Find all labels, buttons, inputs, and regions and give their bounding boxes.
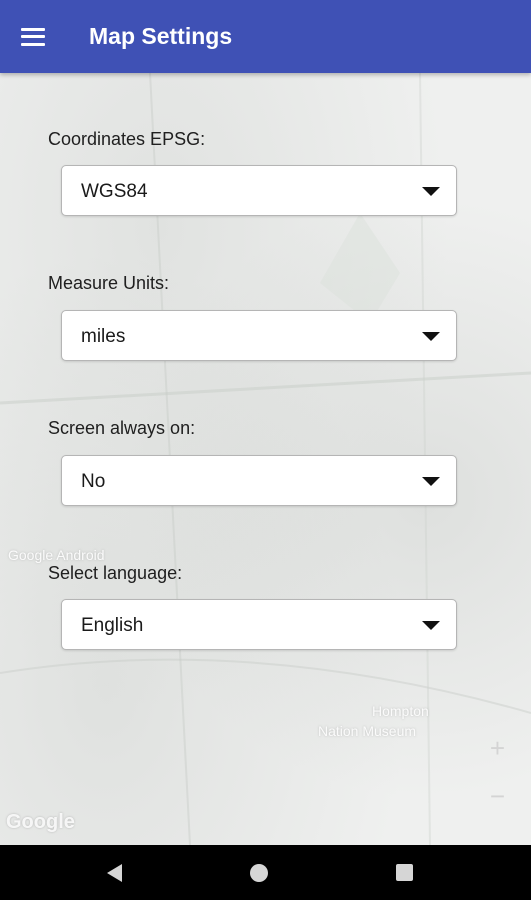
back-icon: [106, 863, 122, 882]
map-zoom-out-icon: −: [489, 781, 505, 811]
nav-recent-button[interactable]: [374, 845, 434, 900]
nav-back-button[interactable]: [84, 845, 144, 900]
language-label: Select language:: [48, 563, 183, 583]
coordinates-label: Coordinates EPSG:: [48, 129, 206, 149]
measure-units-label: Measure Units:: [48, 273, 170, 293]
dropdown-arrow-icon: [422, 477, 440, 486]
coordinates-value: WGS84: [81, 181, 148, 202]
dropdown-arrow-icon: [422, 621, 440, 630]
screen: Google Android Hompton Nation Museum + −…: [0, 0, 531, 900]
page-title: Map Settings: [89, 23, 233, 49]
system-nav-bar: [0, 845, 531, 900]
language-select[interactable]: English: [61, 599, 457, 650]
home-icon: [250, 863, 268, 882]
measure-units-select[interactable]: miles: [61, 310, 457, 361]
screen-on-select[interactable]: No: [61, 455, 457, 506]
measure-units-value: miles: [81, 326, 126, 347]
nav-home-button[interactable]: [229, 845, 289, 900]
menu-button[interactable]: [0, 0, 66, 73]
dropdown-arrow-icon: [422, 187, 440, 196]
screen-on-label: Screen always on:: [48, 418, 196, 438]
map-zoom-in-icon: +: [489, 733, 505, 763]
recent-apps-icon: [395, 864, 413, 881]
language-value: English: [81, 615, 144, 636]
map-label-2: Hompton: [372, 703, 429, 719]
dropdown-arrow-icon: [422, 332, 440, 341]
map-label-1: Google Android: [8, 547, 105, 563]
map-watermark: Google: [6, 811, 75, 833]
coordinates-select[interactable]: WGS84: [61, 165, 457, 216]
hamburger-menu-icon: [21, 27, 45, 46]
screen-on-value: No: [81, 471, 106, 492]
map-label-3: Nation Museum: [318, 723, 417, 739]
app-bar: Map Settings: [0, 0, 531, 73]
